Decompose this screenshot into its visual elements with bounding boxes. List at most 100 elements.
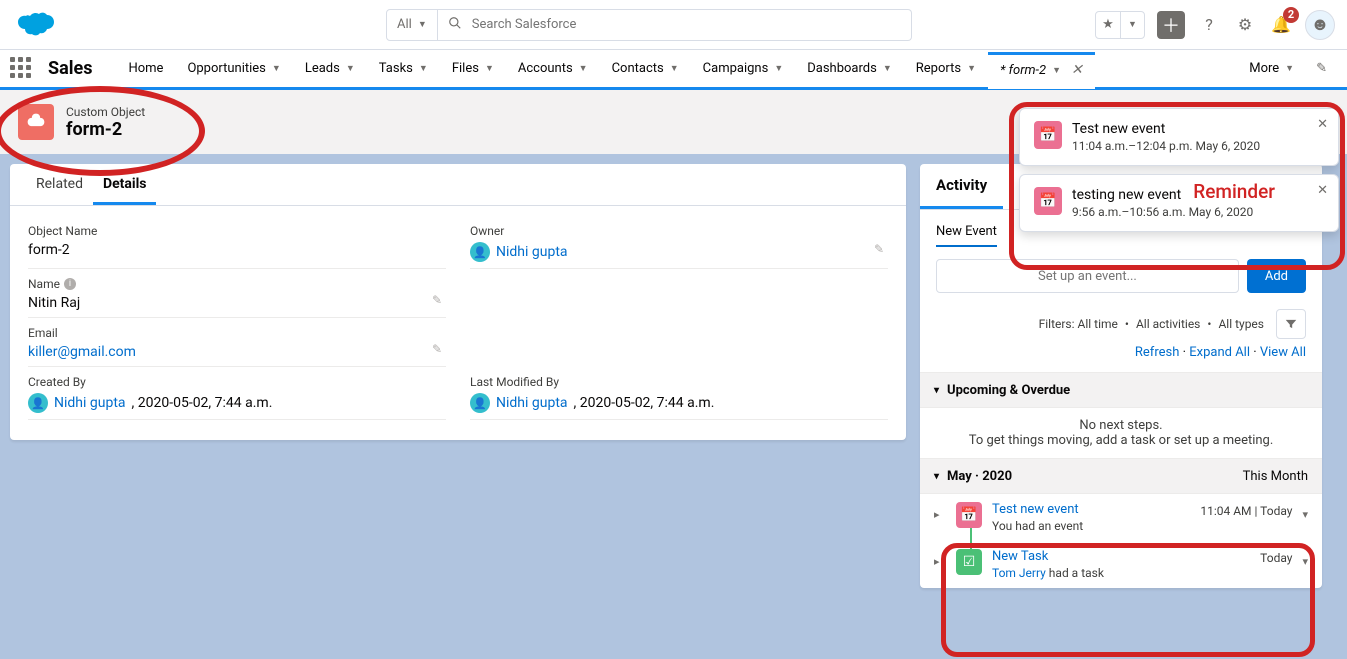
timeline-user-link[interactable]: Tom Jerry: [992, 566, 1046, 580]
nav-label: Opportunities: [187, 61, 265, 76]
filter-button[interactable]: [1276, 309, 1306, 339]
event-icon: 📅: [956, 502, 982, 528]
close-icon[interactable]: ✕: [1317, 183, 1328, 198]
chevron-down-icon: ▼: [883, 63, 892, 74]
owner-link[interactable]: Nidhi gupta: [496, 244, 568, 260]
edit-icon[interactable]: ✎: [432, 342, 442, 356]
tab-related[interactable]: Related: [26, 164, 93, 205]
chevron-down-icon: ▼: [419, 63, 428, 74]
field-label: Last Modified By: [470, 375, 888, 389]
detail-tabs: Related Details: [10, 164, 906, 206]
field-label: Owner: [470, 224, 888, 238]
close-icon[interactable]: ✕: [1067, 62, 1083, 78]
modified-by-link[interactable]: Nidhi gupta: [496, 395, 568, 411]
nav-label: Files: [452, 61, 479, 76]
change-owner-icon[interactable]: ✎: [874, 242, 884, 256]
field-label: Email: [28, 326, 446, 340]
timeline-meta: Today: [1260, 549, 1292, 565]
email-link[interactable]: killer@gmail.com: [28, 344, 446, 360]
chevron-down-icon[interactable]: ▾: [1302, 549, 1308, 568]
nav-label: Contacts: [612, 61, 664, 76]
timeline-subtitle: Tom Jerry had a task: [992, 566, 1250, 580]
chevron-down-icon: ▼: [1285, 63, 1294, 74]
nav-item-reports[interactable]: Reports▼: [904, 50, 988, 87]
reminder-card[interactable]: 📅 Test new event 11:04 a.m.–12:04 p.m. M…: [1019, 108, 1339, 166]
event-subject-input[interactable]: [936, 259, 1239, 293]
user-avatar[interactable]: ☻: [1305, 10, 1335, 40]
filter-text: Filters: All time: [1039, 317, 1118, 331]
filter-icon: [1284, 317, 1298, 331]
notifications-button[interactable]: 🔔 2: [1269, 13, 1293, 37]
details-panel: Related Details Object Name form-2 Owner…: [10, 164, 906, 440]
user-avatar-icon: 👤: [28, 393, 48, 413]
plus-icon: ＋: [1162, 12, 1180, 38]
edit-icon[interactable]: ✎: [432, 293, 442, 307]
search-input[interactable]: [472, 17, 901, 32]
nav-item-campaigns[interactable]: Campaigns▼: [691, 50, 796, 87]
view-all-link[interactable]: View All: [1260, 345, 1306, 360]
expand-all-link[interactable]: Expand All: [1189, 345, 1250, 360]
refresh-link[interactable]: Refresh: [1135, 345, 1179, 360]
search-box[interactable]: [438, 9, 912, 41]
search-scope-label: All: [397, 17, 412, 32]
add-button[interactable]: Add: [1247, 259, 1306, 293]
section-upcoming[interactable]: ▾ Upcoming & Overdue: [920, 372, 1322, 408]
filter-types: All types: [1218, 317, 1264, 331]
nav-item-tasks[interactable]: Tasks ▼: [367, 50, 440, 87]
nav-item-home[interactable]: Home: [116, 50, 175, 87]
timeline: ▸ 📅 Test new event You had an event 11:0…: [920, 494, 1322, 588]
nav-item-more[interactable]: More ▼: [1237, 50, 1306, 87]
app-launcher-button[interactable]: [10, 57, 34, 81]
nav-item-opportunities[interactable]: Opportunities▼: [175, 50, 292, 87]
search-scope-button[interactable]: All ▼: [386, 9, 438, 41]
chevron-down-icon: ▼: [418, 19, 427, 30]
field-created-by: Created By 👤 Nidhi gupta , 2020-05-02, 7…: [28, 367, 446, 420]
edit-nav-button[interactable]: ✎: [1306, 61, 1337, 76]
nav-item-contacts[interactable]: Contacts▼: [600, 50, 691, 87]
reminder-card[interactable]: 📅 testing new event 9:56 a.m.–10:56 a.m.…: [1019, 174, 1339, 232]
field-name: Name i Nitin Raj ✎: [28, 269, 446, 318]
setup-button[interactable]: ⚙: [1233, 13, 1257, 37]
help-button[interactable]: ?: [1197, 13, 1221, 37]
global-actions-button[interactable]: ＋: [1157, 11, 1185, 39]
nav-item-accounts[interactable]: Accounts▼: [506, 50, 600, 87]
timeline-title[interactable]: New Task: [992, 549, 1250, 564]
reminder-subtitle: 9:56 a.m.–10:56 a.m. May 6, 2020: [1072, 205, 1253, 219]
notification-badge: 2: [1283, 7, 1299, 23]
favorites-button[interactable]: ★ ▼: [1095, 11, 1145, 39]
tab-activity[interactable]: Activity: [920, 164, 1003, 209]
nav-label: Tasks: [379, 61, 413, 76]
upcoming-empty: No next steps. To get things moving, add…: [920, 408, 1322, 458]
field-value: Nitin Raj: [28, 295, 446, 311]
timeline-title[interactable]: Test new event: [992, 502, 1190, 517]
record-name: form-2: [66, 119, 145, 140]
close-icon[interactable]: ✕: [1317, 117, 1328, 132]
chevron-down-icon: ▼: [485, 63, 494, 74]
section-title: Upcoming & Overdue: [947, 383, 1070, 398]
month-badge: This Month: [1243, 469, 1308, 484]
nav-label: Leads: [305, 61, 340, 76]
field-label: Created By: [28, 375, 446, 389]
field-label: Object Name: [28, 224, 446, 238]
chevron-down-icon: ▼: [1120, 12, 1144, 38]
expand-icon[interactable]: ▸: [934, 502, 946, 521]
section-month[interactable]: ▾ May · 2020 This Month: [920, 458, 1322, 494]
annotation-label-reminder: Reminder: [1193, 180, 1275, 203]
composer-tab-new-event[interactable]: New Event: [936, 224, 997, 247]
field-object-name: Object Name form-2: [28, 216, 446, 269]
nav-item-files[interactable]: Files ▼: [440, 50, 506, 87]
nav-item-dashboards[interactable]: Dashboards▼: [795, 50, 904, 87]
nav-item-workspace-tab[interactable]: * form-2 ▼ ✕: [988, 52, 1095, 89]
nav-item-leads[interactable]: Leads▼: [293, 50, 367, 87]
detail-body: Object Name form-2 Owner 👤 Nidhi gupta ✎…: [10, 206, 906, 440]
tab-details[interactable]: Details: [93, 164, 157, 205]
modified-by-ts: , 2020-05-02, 7:44 a.m.: [574, 395, 715, 411]
empty-line-2: To get things moving, add a task or set …: [936, 433, 1306, 448]
info-icon[interactable]: i: [64, 278, 76, 290]
created-by-link[interactable]: Nidhi gupta: [54, 395, 126, 411]
gear-icon: ⚙: [1238, 15, 1252, 34]
expand-icon[interactable]: ▸: [934, 549, 946, 568]
field-value: form-2: [28, 242, 446, 258]
event-icon: 📅: [1034, 187, 1062, 215]
chevron-down-icon[interactable]: ▾: [1302, 502, 1308, 521]
